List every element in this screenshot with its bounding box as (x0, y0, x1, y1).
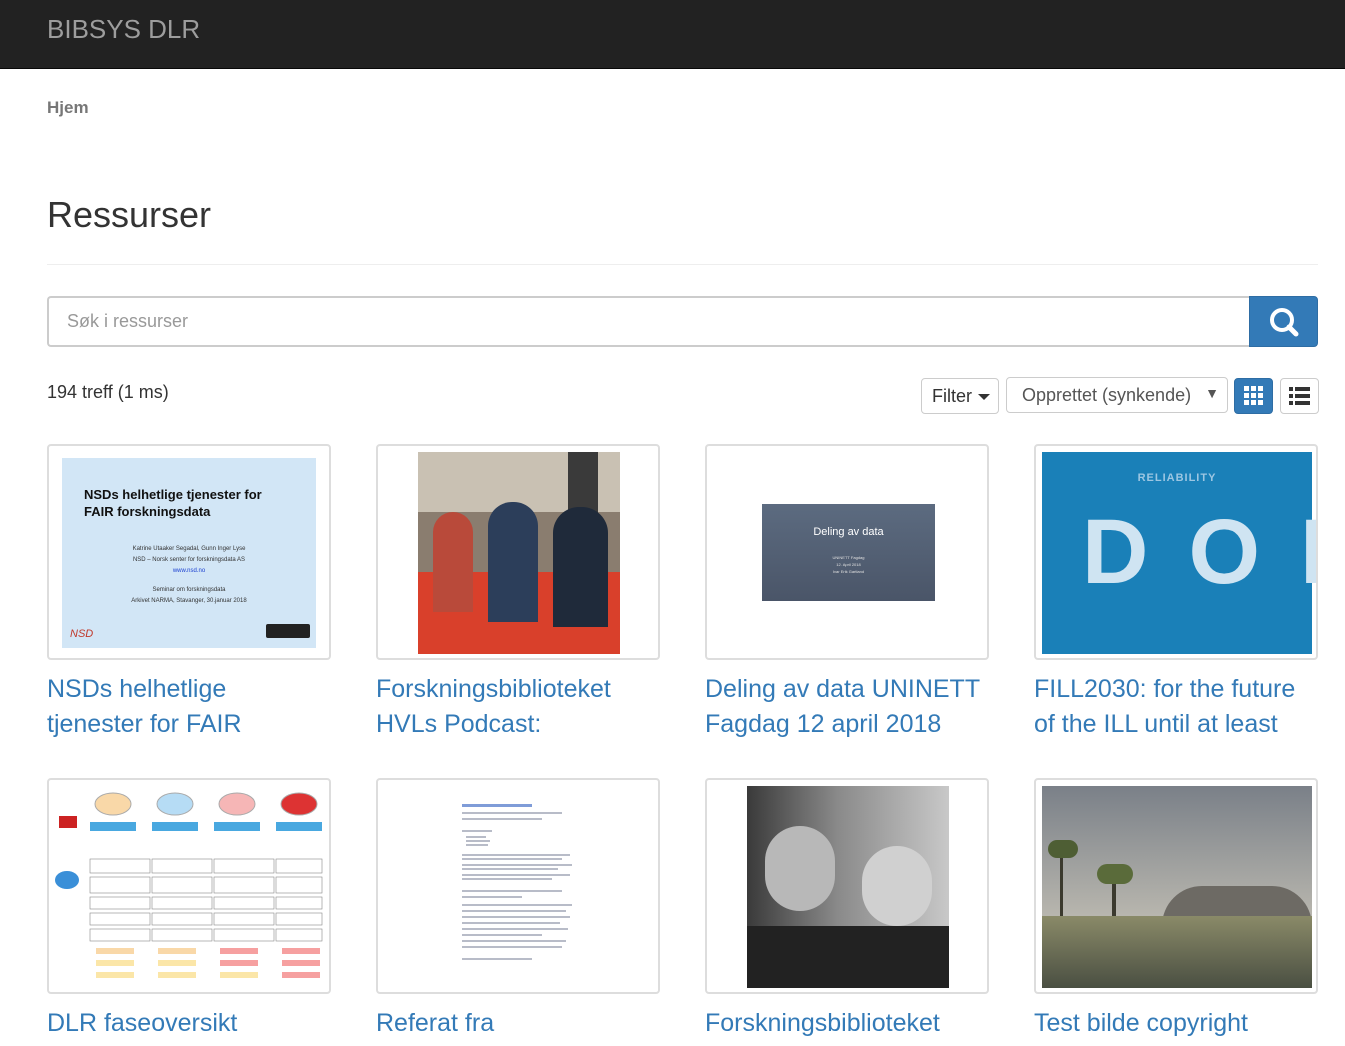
slide-venue: Arkivet NARMA, Stavanger, 30.januar 2018 (131, 598, 247, 604)
landscape-photo (1042, 786, 1312, 988)
page-title: Ressurser (47, 194, 212, 235)
slide-event: Seminar om forskningsdata (152, 587, 226, 593)
resource-thumbnail[interactable]: RELIABILITY DOI (1034, 444, 1318, 660)
resource-title[interactable]: NSDs helhetlige tjenester for FAIR (47, 672, 347, 742)
search-bar (47, 296, 1318, 347)
slide-heading: Deling av data (813, 526, 884, 538)
grid-icon (1244, 386, 1263, 405)
slide-image: Deling av data UNINETT Fagdag 12. April … (762, 504, 935, 601)
resource-thumbnail[interactable] (376, 444, 660, 660)
resource-title-line: Forskningsbiblioteket (376, 675, 611, 703)
resource-title[interactable]: Deling av data UNINETT Fagdag 12 april 2… (705, 672, 1005, 742)
resource-thumbnail[interactable]: NSDs helhetlige tjenester for FAIR forsk… (47, 444, 331, 660)
cc-license-icon (266, 624, 310, 638)
list-icon (1289, 387, 1310, 405)
brand-link[interactable]: BIBSYS DLR (47, 14, 200, 45)
resource-title-line: Referat fra (376, 1009, 495, 1037)
portrait-photo (747, 786, 949, 988)
filter-label: Filter (932, 385, 972, 406)
resource-title[interactable]: Test bilde copyright (1034, 1006, 1334, 1041)
doi-image: RELIABILITY DOI (1042, 452, 1316, 654)
resource-thumbnail[interactable] (376, 778, 660, 994)
resource-title[interactable]: FILL2030: for the future of the ILL unti… (1034, 672, 1334, 742)
slide-authors: Katrine Utaaker Segadal, Gunn Inger Lyse (132, 546, 246, 552)
resource-title-line: Deling av data UNINETT (705, 675, 981, 703)
resource-title[interactable]: Forskningsbiblioteket (705, 1006, 1005, 1041)
diagram-image (55, 792, 323, 978)
document-image (462, 804, 572, 960)
resource-title-line: DLR faseoversikt (47, 1009, 238, 1037)
resource-title-line: Fagdag 12 april 2018 (705, 710, 942, 738)
grid-view-button[interactable] (1234, 378, 1273, 414)
sort-select[interactable]: Opprettet (synkende) ▼ (1006, 377, 1228, 413)
doi-letters: DOI (1082, 501, 1316, 603)
resource-thumbnail[interactable] (47, 778, 331, 994)
resource-title-line: NSDs helhetlige (47, 675, 227, 703)
breadcrumb-home[interactable]: Hjem (47, 98, 89, 118)
search-icon (1270, 308, 1299, 337)
dropdown-arrow-icon: ▼ (1205, 385, 1219, 401)
resource-title-line: FILL2030: for the future (1034, 675, 1296, 703)
resource-title-line: of the ILL until at least (1034, 710, 1278, 738)
slide-heading-2: FAIR forskningsdata (84, 504, 211, 519)
slide-url: www.nsd.no (172, 568, 206, 574)
search-input[interactable] (47, 296, 1250, 347)
resource-thumbnail[interactable]: Deling av data UNINETT Fagdag 12. April … (705, 444, 989, 660)
slide-sub: Ivar Erik Gartland (832, 569, 865, 574)
slide-image: NSDs helhetlige tjenester for FAIR forsk… (62, 458, 316, 648)
resource-title-line: tjenester for FAIR (47, 710, 242, 738)
resource-title[interactable]: Referat fra (376, 1006, 676, 1041)
top-navbar: BIBSYS DLR (0, 0, 1345, 69)
slide-sub: UNINETT Fagdag (832, 555, 865, 560)
title-divider (47, 264, 1318, 265)
search-button[interactable] (1249, 296, 1318, 347)
list-view-button[interactable] (1280, 378, 1319, 414)
slide-sub: 12. April 2018 (836, 562, 861, 567)
caret-down-icon (978, 393, 990, 400)
doi-caption: RELIABILITY (1137, 472, 1217, 484)
results-count: 194 treff (1 ms) (47, 382, 169, 402)
resource-thumbnail[interactable] (1034, 778, 1318, 994)
resource-title-line: Test bilde copyright (1034, 1009, 1249, 1037)
nsd-logo: NSD (70, 628, 94, 640)
resource-thumbnail[interactable] (705, 778, 989, 994)
podcast-photo (418, 452, 620, 654)
slide-heading-1: NSDs helhetlige tjenester for (84, 487, 262, 502)
resource-title-line: HVLs Podcast: (376, 710, 542, 738)
resource-title[interactable]: Forskningsbiblioteket HVLs Podcast: (376, 672, 676, 742)
resource-title[interactable]: DLR faseoversikt (47, 1006, 347, 1041)
sort-label: Opprettet (synkende) (1022, 385, 1192, 405)
resource-title-line: Forskningsbiblioteket (705, 1009, 940, 1037)
filter-button[interactable]: Filter (921, 378, 999, 414)
slide-org: NSD – Norsk senter for forskningsdata AS (132, 557, 246, 563)
